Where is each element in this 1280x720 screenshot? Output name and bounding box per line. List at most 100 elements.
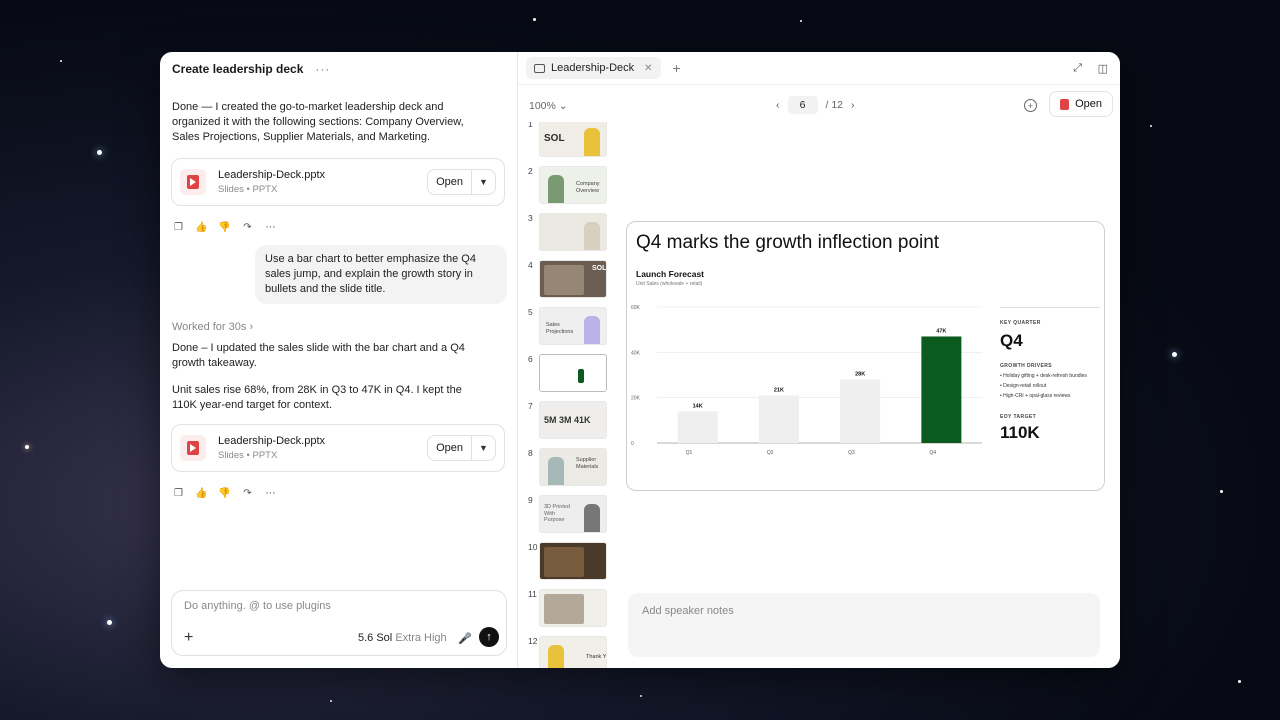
thumbnail-image [539,354,607,392]
data-label: 47K [936,328,946,334]
thumbnail-number: 8 [528,448,533,458]
x-tick-label: Q3 [848,450,855,456]
thumbnail-text: Sales Projections [546,322,574,335]
thumbnail-number: 4 [528,260,533,270]
thumbnail-number: 1 [528,122,533,129]
slide-thumbnail-8[interactable]: 8 Supplier Materials [518,448,618,488]
thumbnail-text: SOL [544,133,565,144]
file-type: Slides • PPTX [218,184,278,195]
thumbnail-text: Supplier Materials [576,457,599,470]
thumbnail-graphic [548,175,564,203]
thumbnail-number: 12 [528,636,538,646]
copy-icon[interactable]: ❐ [172,487,185,500]
thumbnail-graphic [584,504,600,532]
thumbs-up-icon[interactable]: 👍 [195,221,208,234]
thumbnail-text: Company Overview [576,181,600,194]
more-icon[interactable]: ⋯ [264,221,277,234]
open-split-button: Open ▼ [427,435,496,461]
slide-thumbnail-4[interactable]: 4 SOL [518,260,618,300]
microphone-icon[interactable]: 🎤 [458,632,472,645]
prompt-input[interactable] [184,600,484,612]
worked-for-toggle[interactable]: Worked for 30s › [172,321,253,333]
file-attachment-card[interactable]: Leadership-Deck.pptx Slides • PPTX Open … [171,424,505,472]
share-icon[interactable]: ↷ [241,221,254,234]
thumbs-up-icon[interactable]: 👍 [195,487,208,500]
close-icon[interactable]: ✕ [644,63,652,74]
y-tick-label: 40K [631,350,641,356]
thumbnail-text: 5M 3M 41K [544,415,591,425]
file-attachment-card[interactable]: Leadership-Deck.pptx Slides • PPTX Open … [171,158,505,206]
new-tab-icon[interactable]: + [673,60,681,76]
open-file-button[interactable]: Open [428,436,471,460]
key-stats-panel: KEY QUARTER Q4 GROWTH DRIVERS • Holiday … [1000,320,1100,443]
open-in-app-button[interactable]: Open [1049,91,1113,117]
x-tick-label: Q2 [767,450,774,456]
current-page-input[interactable]: 6 [787,96,818,114]
chevron-down-icon[interactable]: ▼ [471,170,495,194]
thumbnail-number: 6 [528,354,533,364]
file-name: Leadership-Deck.pptx [218,435,326,447]
send-arrow-icon[interactable]: ↑ [479,627,499,647]
bar-q2 [758,395,799,443]
thumbnail-graphic [548,457,564,485]
slides-file-icon [1060,98,1070,110]
slide-pager: ‹ 6 / 12 › [776,96,855,114]
thumbnail-number: 3 [528,213,533,223]
slide-thumbnail-3[interactable]: 3 [518,213,618,253]
add-attachment-icon[interactable]: + [184,629,193,647]
thumbnail-image [539,213,607,251]
thumbs-down-icon[interactable]: 👎 [218,221,231,234]
slides-file-icon [180,435,206,461]
slide-thumbnail-6[interactable]: 6 [518,354,618,394]
model-selector[interactable]: 5.6 Sol Extra High [358,632,447,644]
y-tick-label: 20K [631,396,641,402]
assistant-message-1: Done — I created the go-to-market leader… [172,101,464,143]
thumbnail-number: 2 [528,166,533,176]
thumbnail-number: 7 [528,401,533,411]
conversation-menu-button[interactable]: ··· [315,62,330,76]
expand-icon[interactable]: ⤢ [1073,62,1082,75]
message-actions: ❐ 👍 👎 ↷ ⋯ [172,221,277,234]
slide-thumbnail-5[interactable]: 5 Sales Projections [518,307,618,347]
chart-subtitle: Unit Sales (wholesale + retail) [636,281,703,287]
key-quarter-value: Q4 [1000,331,1023,350]
tab-leadership-deck[interactable]: Leadership-Deck ✕ [526,57,661,79]
thumbnail-graphic [544,594,584,624]
share-icon[interactable]: ↷ [241,487,254,500]
more-icon[interactable]: ⋯ [264,487,277,500]
sidebar-toggle-icon[interactable]: ◫ [1098,62,1108,75]
growth-drivers-label: GROWTH DRIVERS [1000,363,1052,369]
thumbs-down-icon[interactable]: 👎 [218,487,231,500]
slides-file-icon [180,169,206,195]
x-tick-label: Q4 [929,450,936,456]
add-comment-icon[interactable]: + [1024,99,1037,112]
previous-slide-icon[interactable]: ‹ [776,99,780,111]
slide-canvas[interactable]: Q4 marks the growth inflection point Lau… [626,221,1105,491]
thumbnail-text: SOL [592,265,607,272]
slide-thumbnail-10[interactable]: 10 [518,542,618,582]
thumbnail-graphic [584,222,600,250]
copy-icon[interactable]: ❐ [172,221,185,234]
data-label: 21K [774,387,784,393]
thumbnail-image: Supplier Materials [539,448,607,486]
zoom-selector[interactable]: 100% ⌄ [529,100,568,112]
bar-q3 [840,379,881,443]
next-slide-icon[interactable]: › [851,99,855,111]
slide-thumbnail-9[interactable]: 9 3D Printed With Purpose [518,495,618,535]
chat-pane: Create leadership deck ··· Done — I crea… [160,52,518,668]
conversation-title: Create leadership deck [172,62,304,76]
slide-thumbnail-11[interactable]: 11 [518,589,618,629]
slide-thumbnail-2[interactable]: 2 Company Overview [518,166,618,206]
model-name: 5.6 Sol [358,632,393,644]
chat-header: Create leadership deck ··· [160,52,517,86]
eoy-target-value: 110K [1000,423,1040,442]
slide-thumbnail-1[interactable]: 1 SOL [518,122,618,159]
slide-thumbnail-7[interactable]: 7 5M 3M 41K [518,401,618,441]
tab-bar: Leadership-Deck ✕ + [518,52,1120,85]
speaker-notes-field[interactable]: Add speaker notes [628,593,1100,657]
open-file-button[interactable]: Open [428,170,471,194]
data-label: 14K [693,403,703,409]
thumbnail-number: 5 [528,307,533,317]
chevron-down-icon[interactable]: ▼ [471,436,495,460]
slide-thumbnail-12[interactable]: 12 Thank You [518,636,618,668]
